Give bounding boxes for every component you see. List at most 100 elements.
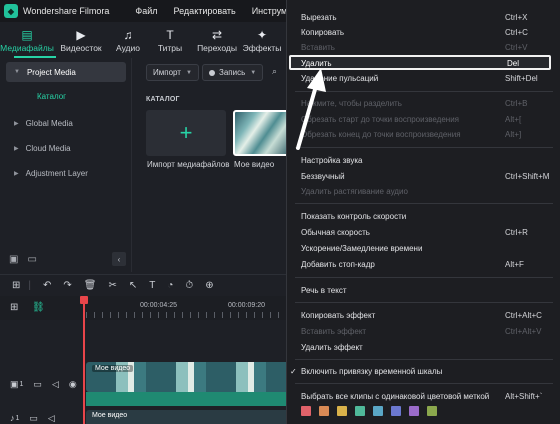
color-swatch[interactable]	[319, 406, 329, 416]
menu-item-shortcut: Ctrl+C	[505, 28, 528, 37]
clip-label: Мое видео	[92, 365, 134, 372]
menu-item-timeline-snapping[interactable]: ✓ Включить привязку временной шкалы	[287, 364, 560, 380]
filmora-window: ◆ Wondershare Filmora Файл Редактировать…	[0, 0, 560, 424]
menu-item-label: Обычная скорость	[301, 228, 370, 237]
menu-edit[interactable]: Редактировать	[174, 6, 236, 16]
menu-item-mute[interactable]: Беззвучный Ctrl+Shift+M	[287, 169, 560, 185]
playhead-handle[interactable]	[80, 296, 88, 304]
import-media-tile[interactable]: +	[146, 110, 226, 156]
color-swatch[interactable]	[409, 406, 419, 416]
menu-item-label: Ускорение/Замедление времени	[301, 244, 423, 253]
text-tool-icon[interactable]: T	[149, 280, 155, 291]
video-clip[interactable]: Мое видео	[86, 362, 290, 392]
transition-icon: ⇄	[211, 27, 223, 42]
folder-icon[interactable]: ▭	[27, 254, 36, 265]
menu-item-label: Нажмите, чтобы разделить	[301, 99, 402, 108]
sidebar-item-label: Adjustment Layer	[25, 168, 88, 178]
new-folder-icon[interactable]: ▣	[9, 254, 18, 265]
menu-item-label: Включить привязку временной шкалы	[301, 367, 443, 376]
menu-item-freeze-frame[interactable]: Добавить стоп-кадр Alt+F	[287, 257, 560, 273]
speaker-icon[interactable]: ◁	[52, 379, 59, 390]
menu-item-speed-control[interactable]: Показать контроль скорости	[287, 209, 560, 225]
time-mark: 00:00:04:25	[140, 302, 177, 309]
link-icon[interactable]: ⛓	[32, 302, 45, 313]
menu-item-speech-to-text[interactable]: Речь в текст	[287, 283, 560, 299]
menu-item-label: Удалить растягивание аудио	[301, 187, 408, 196]
tab-titles[interactable]: T Титры	[148, 22, 192, 58]
video-track-icon: ▣	[10, 378, 19, 389]
menu-item-ripple-delete[interactable]: Удаление пульсаций Shift+Del	[287, 71, 560, 87]
color-swatch[interactable]	[355, 406, 365, 416]
undo-icon[interactable]: ↶	[43, 280, 51, 291]
playhead[interactable]	[83, 296, 85, 424]
timeline-ruler[interactable]: ⊞ ⛓ 00:00:04:25 00:00:09:20	[0, 296, 290, 320]
color-swatch[interactable]	[337, 406, 347, 416]
speaker-icon[interactable]: ◁	[48, 413, 55, 424]
sidebar-item-project-media[interactable]: ▼ Project Media	[6, 62, 126, 82]
color-swatch[interactable]	[373, 406, 383, 416]
redo-icon[interactable]: ↷	[63, 280, 71, 291]
menu-item-cut[interactable]: Вырезать Ctrl+X	[287, 10, 560, 26]
select-arrow-icon[interactable]: ↖	[129, 280, 137, 291]
menu-item-delete-effect[interactable]: Удалить эффект	[287, 340, 560, 356]
menu-file[interactable]: Файл	[135, 6, 157, 16]
import-dropdown[interactable]: Импорт ▼	[146, 64, 199, 81]
menu-item-label: Речь в текст	[301, 286, 347, 295]
media-sidebar: ▼ Project Media Каталог ▶ Global Media ▶…	[0, 58, 132, 272]
menu-item-label: Удаление пульсаций	[301, 74, 379, 83]
video-stock-icon: ▶	[76, 27, 86, 42]
menu-item-shortcut: Alt+[	[505, 115, 522, 124]
timer-icon[interactable]: ⏱	[185, 280, 193, 291]
sidebar-item-cloud-media[interactable]: ▶ Cloud Media	[6, 138, 126, 158]
context-menu: Вырезать Ctrl+X Копировать Ctrl+C Встави…	[286, 0, 560, 424]
folder-icon[interactable]: ▭	[29, 413, 38, 424]
eye-icon[interactable]: ◉	[69, 379, 77, 390]
color-swatch[interactable]	[391, 406, 401, 416]
sidebar-item-global-media[interactable]: ▶ Global Media	[6, 113, 126, 133]
folder-icon[interactable]: ▭	[33, 379, 42, 390]
layout-grid-icon[interactable]: ⊞	[12, 280, 20, 291]
triangle-down-icon: ▼	[14, 69, 20, 75]
collapse-sidebar-button[interactable]: ‹	[112, 252, 126, 266]
add-track-icon[interactable]: ⊞	[10, 302, 18, 313]
timeline-toolbar: ⊞ | ↶ ↷ 🗑 ✂ ↖ T ◔ ⏱ ⊕	[0, 274, 290, 296]
checkmark-icon: ✓	[290, 367, 297, 376]
scissors-icon[interactable]: ✂	[108, 280, 116, 291]
trash-icon[interactable]: 🗑	[84, 280, 97, 291]
second-clip[interactable]: Мое видео	[86, 410, 290, 424]
menu-item-copy[interactable]: Копировать Ctrl+C	[287, 25, 560, 41]
menu-item-audio-settings[interactable]: Настройка звука	[287, 153, 560, 169]
time-mark: 00:00:09:20	[228, 302, 265, 309]
menu-item-select-same-color[interactable]: Выбрать все клипы с одинаковой цветовой …	[287, 389, 560, 405]
color-swatch[interactable]	[427, 406, 437, 416]
tab-transitions[interactable]: ⇄ Переходы	[192, 22, 242, 58]
menu-item-speed-ramping[interactable]: Ускорение/Замедление времени	[287, 241, 560, 257]
menu-item-label: Удалить	[301, 59, 332, 68]
tab-stock-video[interactable]: ▶ Видеосток	[54, 22, 108, 58]
video-thumbnail[interactable]	[233, 110, 293, 156]
menu-item-delete[interactable]: Удалить Del	[289, 55, 551, 70]
divider: |	[28, 280, 31, 291]
tab-audio[interactable]: ♫ Аудио	[108, 22, 148, 58]
search-icon[interactable]: ⌕	[272, 66, 277, 77]
menu-separator	[295, 383, 553, 384]
menu-item-label: Обрезать конец до точки воспроизведения	[301, 130, 461, 139]
menu-item-label: Показать контроль скорости	[301, 212, 407, 221]
more-tools-icon[interactable]: ⊕	[205, 280, 213, 291]
menu-item-shortcut: Del	[507, 59, 520, 68]
color-swatch[interactable]	[301, 406, 311, 416]
clip-audio-waveform[interactable]	[86, 392, 290, 406]
menu-item-copy-effect[interactable]: Копировать эффект Ctrl+Alt+C	[287, 308, 560, 324]
speed-icon[interactable]: ◔	[167, 280, 173, 291]
plus-icon: +	[179, 120, 193, 145]
menu-separator	[295, 147, 553, 148]
tab-media[interactable]: ▤ Медиафайлы	[0, 22, 54, 58]
record-icon	[209, 69, 215, 76]
sidebar-item-adjustment-layer[interactable]: ▶ Adjustment Layer	[6, 163, 126, 183]
tab-effects[interactable]: ✦ Эффекты	[242, 22, 282, 58]
menu-item-shortcut: Ctrl+Alt+C	[505, 311, 542, 320]
record-dropdown[interactable]: Запись ▼	[202, 64, 264, 81]
sidebar-item-catalog[interactable]: Каталог	[37, 92, 66, 101]
triangle-right-icon: ▶	[14, 170, 19, 177]
menu-item-normal-speed[interactable]: Обычная скорость Ctrl+R	[287, 225, 560, 241]
